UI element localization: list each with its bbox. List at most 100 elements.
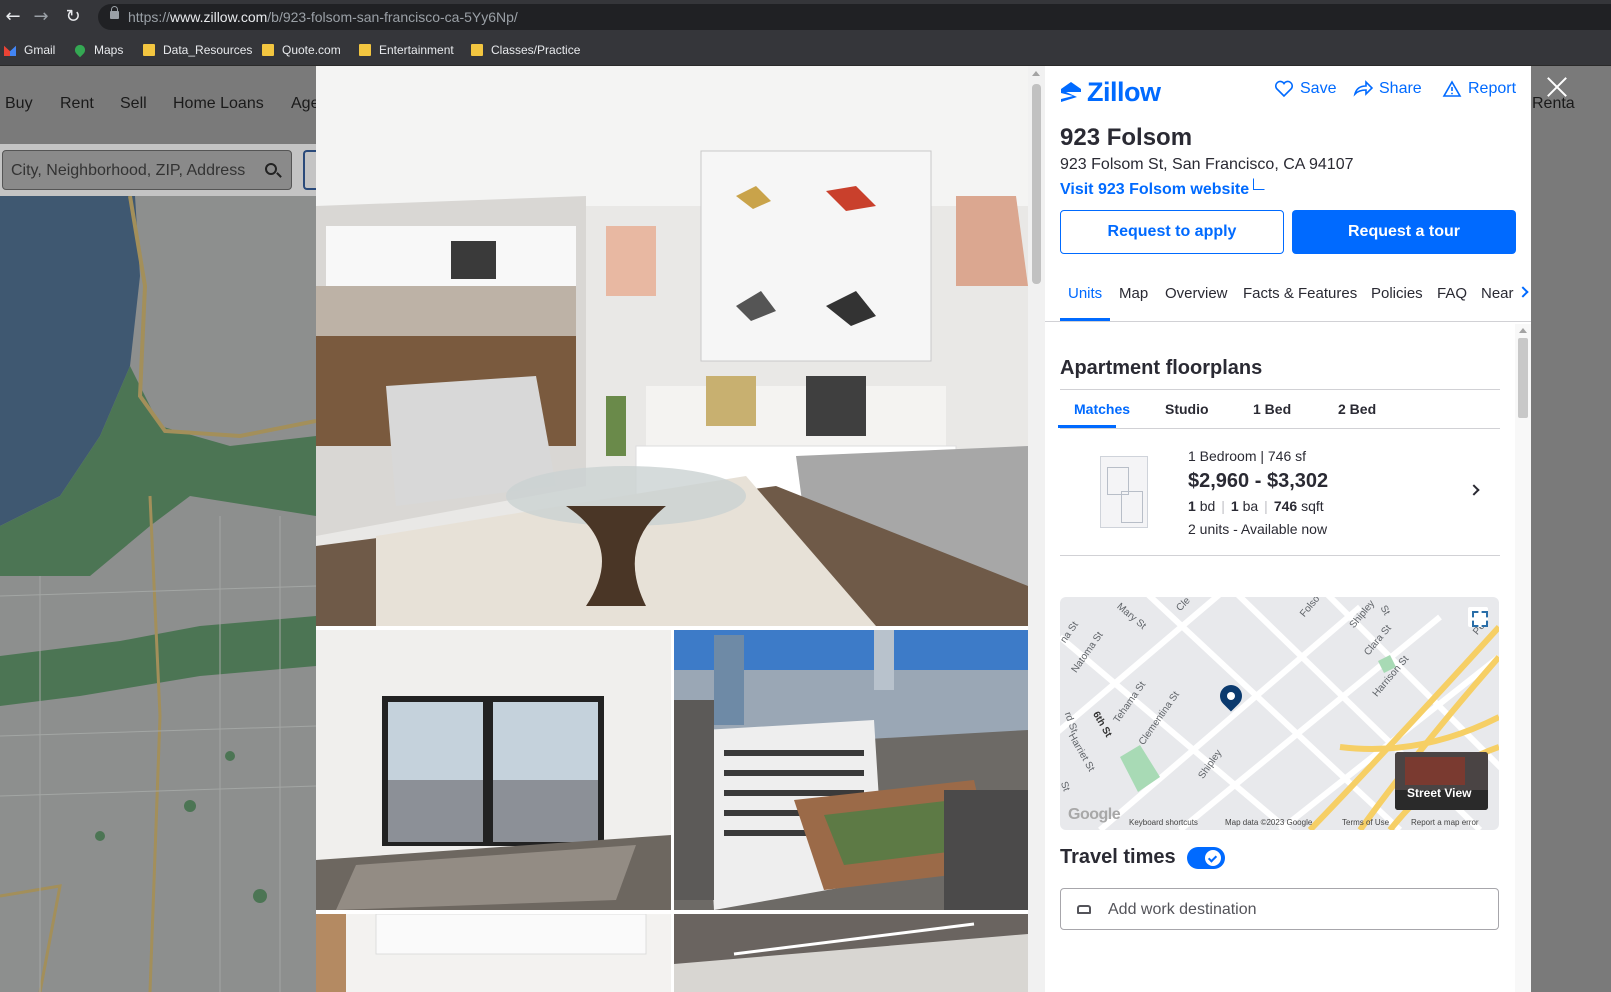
background-map: [0, 196, 316, 992]
floorplan-price: $2,960 - $3,302: [1188, 470, 1329, 492]
tab-policies[interactable]: Policies: [1371, 285, 1423, 302]
save-label: Save: [1300, 80, 1337, 97]
share-button[interactable]: Share: [1353, 80, 1422, 98]
tab-faq[interactable]: FAQ: [1437, 285, 1467, 302]
location-map[interactable]: na St Natoma St Mary St Cle Folso Shiple…: [1060, 597, 1499, 830]
floorplan-subtitle: 1 Bedroom | 746 sf: [1188, 448, 1307, 464]
photo-gallery: [316, 66, 1028, 992]
website-link[interactable]: Visit 923 Folsom website: [1060, 178, 1266, 199]
active-tab-indicator: [1060, 318, 1110, 321]
listing-detail-panel: Zillow Save Share Report 923 Folsom 923 …: [1045, 66, 1531, 992]
filter-2-bed[interactable]: 2 Bed: [1338, 401, 1376, 417]
reload-icon[interactable]: ↻: [62, 6, 84, 28]
bookmark-data-resources[interactable]: Data_Resources: [143, 42, 252, 58]
warning-icon: [1442, 80, 1462, 97]
fullscreen-icon[interactable]: [1468, 607, 1488, 627]
photo-kitchen[interactable]: [316, 914, 671, 992]
bookmark-gmail[interactable]: Gmail: [4, 42, 55, 58]
divider: [1060, 389, 1500, 390]
lock-icon: [110, 6, 119, 19]
map-keyboard-shortcuts[interactable]: Keyboard shortcuts: [1129, 818, 1198, 827]
background-search-input: City, Neighborhood, ZIP, Address: [2, 150, 292, 190]
photo-bedroom-window[interactable]: [316, 630, 671, 910]
travel-times-toggle[interactable]: [1187, 847, 1225, 869]
floorplans-heading: Apartment floorplans: [1060, 357, 1263, 379]
scroll-up-arrow-icon[interactable]: [1032, 71, 1040, 76]
nav-home-loans: Home Loans: [173, 95, 264, 112]
map-data-attribution: Map data ©2023 Google: [1225, 818, 1313, 827]
panel-scrollbar[interactable]: [1515, 324, 1531, 992]
bookmarks-bar: Gmail Maps Data_Resources Quote.com Ente…: [0, 34, 1611, 66]
gmail-icon: [4, 45, 16, 56]
url-text: https://www.zillow.com/b/923-folsom-san-…: [128, 9, 518, 25]
map-report-error-link[interactable]: Report a map error: [1411, 818, 1479, 827]
floorplan-stats: 1 bd | 1 ba | 746 sqft: [1188, 498, 1324, 514]
address-bar[interactable]: https://www.zillow.com/b/923-folsom-san-…: [98, 4, 1611, 30]
tab-overview[interactable]: Overview: [1165, 285, 1228, 302]
property-address: 923 Folsom St, San Francisco, CA 94107: [1060, 156, 1354, 173]
request-a-tour-button[interactable]: Request a tour: [1292, 210, 1516, 254]
sqft-unit: sqft: [1301, 498, 1324, 514]
save-button[interactable]: Save: [1274, 80, 1336, 98]
request-to-apply-button[interactable]: Request to apply: [1060, 210, 1284, 254]
share-label: Share: [1379, 80, 1422, 97]
work-destination-placeholder: Add work destination: [1108, 901, 1257, 918]
beds-unit: bd: [1199, 498, 1216, 514]
bookmark-quote[interactable]: Quote.com: [262, 42, 341, 58]
filter-1-bed[interactable]: 1 Bed: [1253, 401, 1291, 417]
photo-interior[interactable]: [674, 914, 1028, 992]
availability: 2 units - Available now: [1188, 521, 1328, 537]
nav-rent: Rent: [60, 95, 94, 112]
baths-unit: ba: [1242, 498, 1259, 514]
nav-buy: Buy: [5, 95, 33, 112]
zillow-wordmark: Zillow: [1087, 76, 1161, 107]
photo-building-aerial[interactable]: [674, 630, 1028, 910]
scrollbar-thumb[interactable]: [1518, 338, 1528, 418]
background-right-nav: Renta: [1530, 66, 1611, 992]
folder-icon: [143, 44, 155, 56]
chevron-right-icon[interactable]: [1517, 286, 1529, 298]
chevron-right-icon[interactable]: [1468, 484, 1480, 496]
folder-icon: [359, 44, 371, 56]
section-tabs: Units Map Overview Facts & Features Poli…: [1045, 272, 1531, 322]
tab-map[interactable]: Map: [1119, 285, 1148, 302]
external-link-icon: [1253, 178, 1266, 190]
report-button[interactable]: Report: [1442, 80, 1516, 98]
browser-toolbar: ← → ↻ https://www.zillow.com/b/923-folso…: [0, 0, 1611, 34]
maps-icon: [72, 42, 88, 58]
website-link-label: Visit 923 Folsom website: [1060, 181, 1250, 198]
sqft-value: 746: [1273, 498, 1298, 514]
photo-living-room[interactable]: [316, 66, 1028, 626]
work-destination-input[interactable]: Add work destination: [1060, 888, 1499, 930]
zillow-logo[interactable]: Zillow: [1059, 76, 1161, 107]
heart-icon: [1274, 80, 1294, 98]
floorplan-card[interactable]: 1 Bedroom | 746 sf $2,960 - $3,302 1 bd |…: [1060, 440, 1500, 556]
nav-sell: Sell: [120, 95, 147, 112]
folder-icon: [262, 44, 274, 56]
map-terms-link[interactable]: Terms of Use: [1342, 818, 1389, 827]
street-view-label: Street View: [1407, 786, 1472, 800]
scrollbar-thumb[interactable]: [1032, 84, 1041, 284]
tab-units[interactable]: Units: [1068, 285, 1102, 302]
folder-icon: [471, 44, 483, 56]
google-logo: Google: [1068, 806, 1121, 823]
scroll-up-arrow-icon[interactable]: [1519, 328, 1527, 333]
report-label: Report: [1468, 80, 1517, 97]
bookmark-classes-practice[interactable]: Classes/Practice: [471, 42, 580, 58]
forward-arrow-icon[interactable]: →: [30, 6, 52, 28]
car-icon: [1077, 905, 1091, 914]
tab-facts-features[interactable]: Facts & Features: [1243, 285, 1357, 302]
bookmark-entertainment[interactable]: Entertainment: [359, 42, 454, 58]
baths-value: 1: [1230, 498, 1239, 514]
street-view-button[interactable]: Street View: [1395, 752, 1488, 810]
filter-matches[interactable]: Matches: [1074, 401, 1130, 417]
floorplan-thumbnail: [1100, 456, 1148, 528]
property-title: 923 Folsom: [1060, 124, 1193, 151]
gallery-scrollbar[interactable]: [1028, 66, 1045, 992]
tab-nearby[interactable]: Near: [1481, 285, 1515, 302]
back-arrow-icon[interactable]: ←: [2, 6, 24, 28]
bookmark-maps[interactable]: Maps: [72, 42, 123, 58]
travel-times-heading: Travel times: [1060, 846, 1176, 868]
close-icon[interactable]: [1544, 74, 1570, 100]
filter-studio[interactable]: Studio: [1165, 401, 1209, 417]
